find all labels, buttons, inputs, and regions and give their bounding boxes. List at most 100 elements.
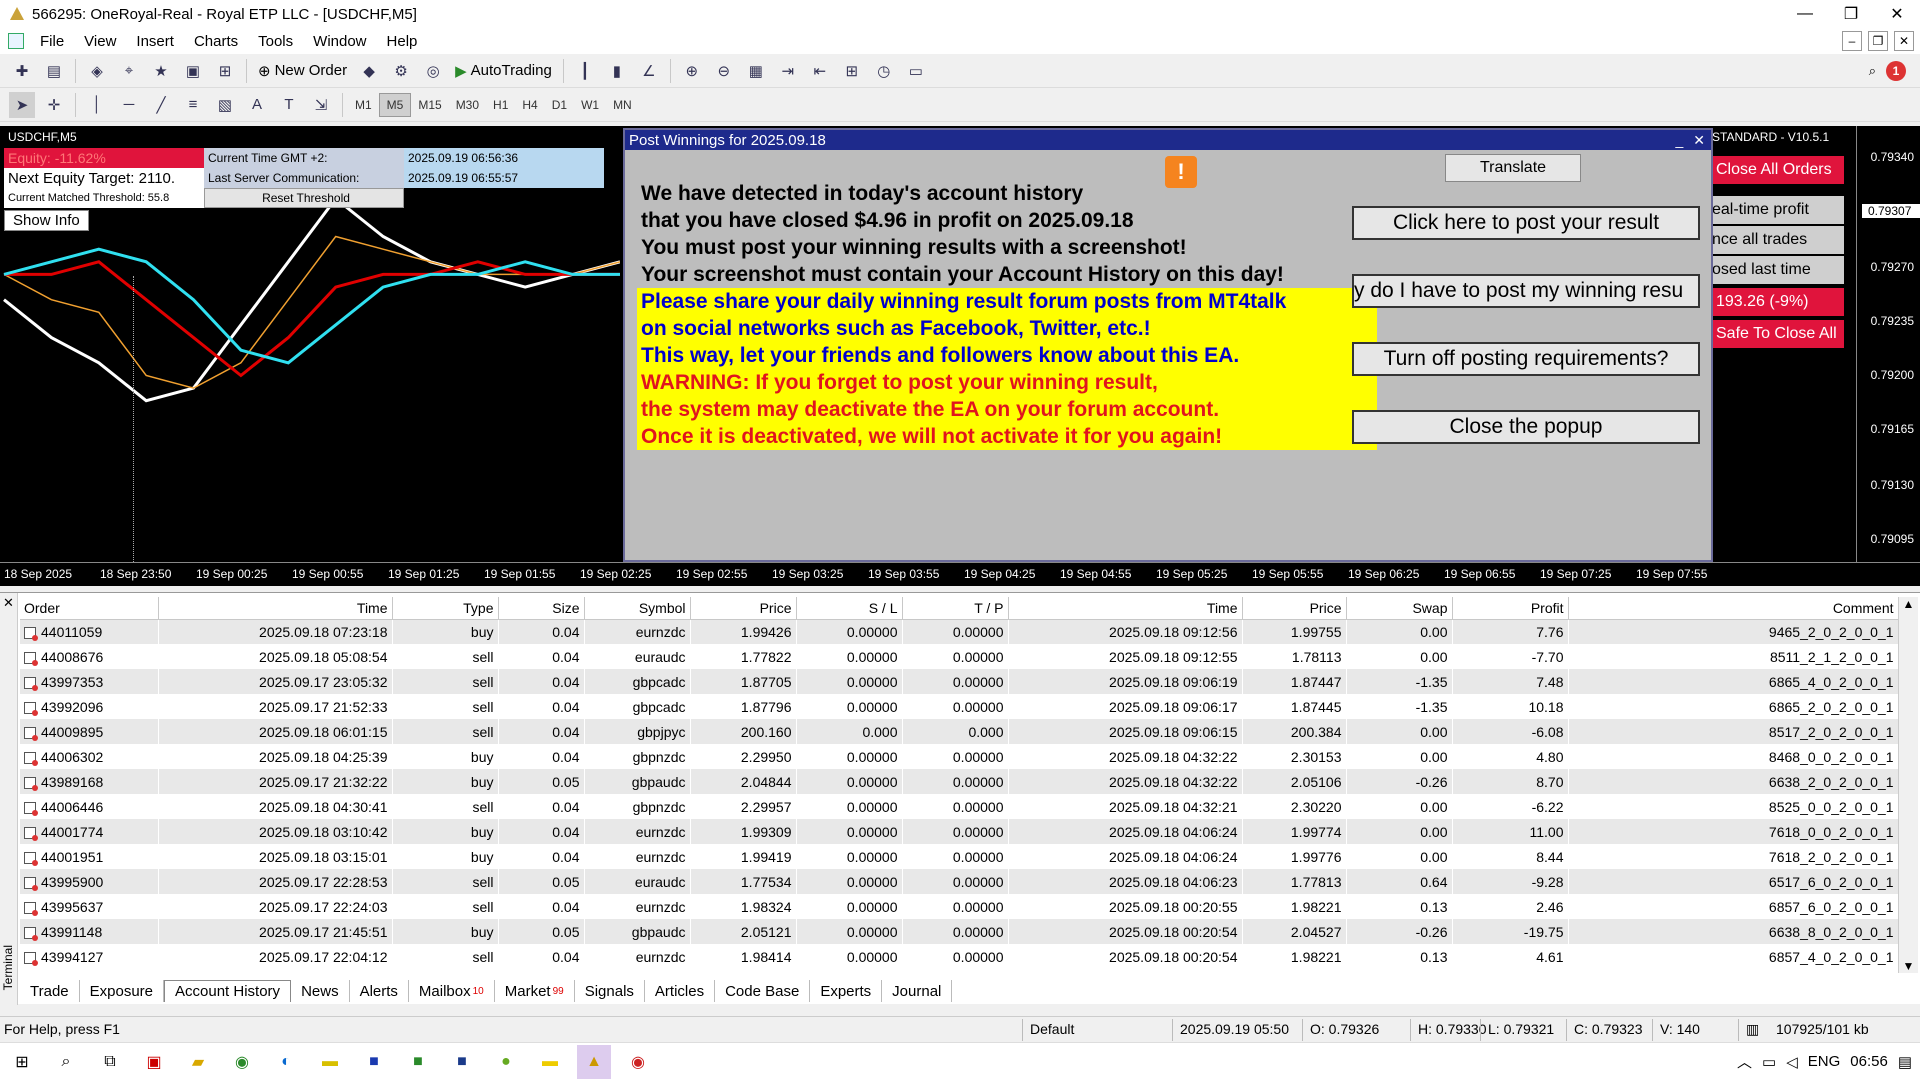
table-row[interactable]: 44006446 2025.09.18 04:30:41 sell 0.04 gbpnz… bbox=[20, 794, 1899, 819]
menu-help[interactable]: Help bbox=[377, 33, 428, 50]
cursor-icon[interactable]: ➤ bbox=[9, 91, 35, 118]
table-row[interactable]: 44009895 2025.09.18 06:01:15 sell 0.04 gbpjp… bbox=[20, 719, 1899, 744]
tray-chevron-icon[interactable]: ︿ bbox=[1737, 1051, 1752, 1072]
close-popup-button[interactable]: Close the popup bbox=[1352, 410, 1700, 444]
file-explorer-icon[interactable]: ▰ bbox=[181, 1045, 215, 1079]
yellow-app-icon[interactable]: ▬ bbox=[533, 1045, 567, 1079]
column-header[interactable]: Price bbox=[1242, 597, 1347, 620]
windows-start-icon[interactable]: ⊞ bbox=[5, 1045, 39, 1079]
network-icon[interactable]: ▭ bbox=[1762, 1053, 1776, 1071]
table-row[interactable]: 43994127 2025.09.17 22:04:12 sell 0.04 eurnz… bbox=[20, 944, 1899, 969]
table-row[interactable]: 44001774 2025.09.18 03:10:42 buy 0.04 eurnzd… bbox=[20, 819, 1899, 844]
column-header[interactable]: Swap bbox=[1346, 597, 1453, 620]
table-row[interactable]: 44006302 2025.09.18 04:25:39 buy 0.04 gbpnzd… bbox=[20, 744, 1899, 769]
mdi-close-button[interactable]: ✕ bbox=[1894, 31, 1914, 51]
table-row[interactable]: 43992096 2025.09.17 21:52:33 sell 0.04 gbpca… bbox=[20, 694, 1899, 719]
terminal-icon[interactable]: ▣ bbox=[180, 58, 206, 84]
table-row[interactable]: 44011059 2025.09.18 07:23:18 buy 0.04 eurnzd… bbox=[20, 619, 1899, 644]
text-icon[interactable]: A bbox=[244, 92, 270, 118]
column-header[interactable]: S / L bbox=[796, 597, 903, 620]
metaeditor-icon[interactable]: ◆ bbox=[356, 58, 382, 84]
timeframe-h1[interactable]: H1 bbox=[486, 93, 515, 117]
edge-icon[interactable]: ◐ bbox=[269, 1045, 303, 1079]
templates-icon[interactable]: ▭ bbox=[903, 58, 929, 84]
reset-threshold-button[interactable]: Reset Threshold bbox=[204, 188, 404, 208]
trendline-icon[interactable]: ╱ bbox=[148, 92, 174, 118]
bar-chart-icon[interactable]: ┃ bbox=[572, 58, 598, 84]
chrome-icon[interactable]: ◉ bbox=[225, 1045, 259, 1079]
menu-file[interactable]: File bbox=[30, 33, 74, 50]
data-window-icon[interactable]: ⌖ bbox=[116, 58, 142, 84]
post-result-button[interactable]: Click here to post your result bbox=[1352, 206, 1700, 240]
why-post-button[interactable]: y do I have to post my winning resu bbox=[1352, 274, 1700, 308]
tab-exposure[interactable]: Exposure bbox=[80, 980, 165, 1002]
column-header[interactable]: Price bbox=[690, 597, 797, 620]
app-icon-red[interactable]: ▣ bbox=[137, 1045, 171, 1079]
search-icon[interactable]: ⌕ bbox=[1869, 63, 1876, 79]
options-icon[interactable]: ⚙ bbox=[388, 58, 414, 84]
table-row[interactable]: 43991148 2025.09.17 21:45:51 buy 0.05 gbpaud… bbox=[20, 919, 1899, 944]
tab-code-base[interactable]: Code Base bbox=[715, 980, 811, 1002]
safe-to-close-button[interactable]: Safe To Close All bbox=[1712, 320, 1844, 348]
timeframe-m1[interactable]: M1 bbox=[348, 93, 379, 117]
channel-icon[interactable]: ≡ bbox=[180, 92, 206, 118]
timeframe-h4[interactable]: H4 bbox=[515, 93, 544, 117]
menu-view[interactable]: View bbox=[74, 33, 126, 50]
menu-tools[interactable]: Tools bbox=[248, 33, 303, 50]
market-watch-icon[interactable]: ◈ bbox=[84, 58, 110, 84]
crosshair-icon[interactable]: ✛ bbox=[41, 92, 67, 118]
auto-scroll-icon[interactable]: ⇥ bbox=[775, 58, 801, 84]
realtime-profit-button[interactable]: eal-time profit bbox=[1712, 196, 1844, 224]
show-info-button[interactable]: Show Info bbox=[4, 210, 89, 231]
tab-mailbox[interactable]: Mailbox 10 bbox=[409, 980, 495, 1002]
autotrading-button[interactable]: ▶ AutoTrading bbox=[449, 58, 558, 84]
candlestick-icon[interactable]: ▮ bbox=[604, 58, 630, 84]
zoom-in-icon[interactable]: ⊕ bbox=[679, 58, 705, 84]
timeframe-m5[interactable]: M5 bbox=[378, 92, 412, 117]
tab-alerts[interactable]: Alerts bbox=[350, 980, 409, 1002]
volume-icon[interactable]: ◁ bbox=[1786, 1053, 1798, 1071]
timeframe-mn[interactable]: MN bbox=[606, 93, 639, 117]
p-app-icon[interactable]: ■ bbox=[445, 1045, 479, 1079]
signals-icon[interactable]: ◎ bbox=[420, 58, 446, 84]
timeframe-d1[interactable]: D1 bbox=[545, 93, 574, 117]
timeframe-m15[interactable]: M15 bbox=[411, 93, 448, 117]
tab-journal[interactable]: Journal bbox=[882, 980, 953, 1002]
column-header[interactable]: Comment bbox=[1568, 597, 1899, 620]
close-button[interactable]: ✕ bbox=[1874, 0, 1920, 28]
column-header[interactable]: Time bbox=[1008, 597, 1243, 620]
strategy-tester-icon[interactable]: ⊞ bbox=[212, 58, 238, 84]
horizontal-line-icon[interactable]: ─ bbox=[116, 92, 142, 118]
popup-close-icon[interactable]: ✕ bbox=[1693, 132, 1705, 149]
jm-app-icon[interactable]: ■ bbox=[357, 1045, 391, 1079]
closed-last-time-button[interactable]: osed last time bbox=[1712, 256, 1844, 284]
table-row[interactable]: 43995637 2025.09.17 22:24:03 sell 0.04 eurnz… bbox=[20, 894, 1899, 919]
new-chart-icon[interactable]: ✚ bbox=[9, 58, 35, 84]
fbs-app-icon[interactable]: ■ bbox=[401, 1045, 435, 1079]
table-row[interactable]: 43989168 2025.09.17 21:32:22 buy 0.05 gbpaud… bbox=[20, 769, 1899, 794]
taskbar-clock[interactable]: 06:56 bbox=[1850, 1053, 1888, 1070]
tab-market[interactable]: Market 99 bbox=[495, 980, 575, 1002]
zoom-out-icon[interactable]: ⊖ bbox=[711, 58, 737, 84]
green-app-icon[interactable]: ● bbox=[489, 1045, 523, 1079]
timeframe-m30[interactable]: M30 bbox=[449, 93, 486, 117]
translate-button[interactable]: Translate bbox=[1445, 154, 1581, 182]
notes-icon[interactable]: ▬ bbox=[313, 1045, 347, 1079]
column-header[interactable]: Time bbox=[158, 597, 393, 620]
column-header[interactable]: Profit bbox=[1452, 597, 1569, 620]
tab-account-history[interactable]: Account History bbox=[164, 980, 292, 1002]
column-header[interactable]: T / P bbox=[902, 597, 1009, 620]
column-header[interactable]: Order bbox=[20, 597, 159, 620]
column-header[interactable]: Type bbox=[392, 597, 499, 620]
maximize-button[interactable]: ❐ bbox=[1828, 0, 1874, 28]
vertical-line-icon[interactable]: │ bbox=[84, 92, 110, 118]
navigator-icon[interactable]: ★ bbox=[148, 58, 174, 84]
periods-icon[interactable]: ◷ bbox=[871, 58, 897, 84]
balance-trades-button[interactable]: nce all trades bbox=[1712, 226, 1844, 254]
column-header[interactable]: Size bbox=[498, 597, 585, 620]
notification-center-icon[interactable]: ▤ bbox=[1898, 1053, 1912, 1071]
timeframe-w1[interactable]: W1 bbox=[574, 93, 606, 117]
minimize-button[interactable]: — bbox=[1782, 0, 1828, 28]
menu-insert[interactable]: Insert bbox=[126, 33, 184, 50]
popup-minimize-icon[interactable]: _ bbox=[1675, 132, 1683, 149]
